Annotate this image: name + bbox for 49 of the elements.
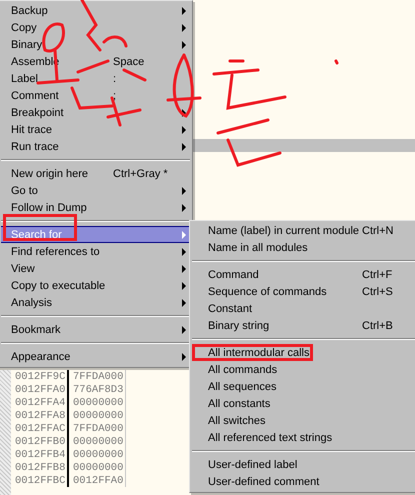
pen-stroke	[226, 138, 282, 167]
address-cell-text: 0012FF9C	[14, 370, 66, 382]
menu-item[interactable]: All referenced text strings	[192, 429, 415, 446]
menu-item[interactable]: Follow in Dump	[1, 199, 190, 216]
menu-item[interactable]: User-defined label	[192, 456, 415, 473]
menu-item[interactable]: Hit trace	[1, 121, 190, 138]
value-cell-text: 0012FFA0	[72, 474, 124, 486]
value-cell-text: 00000000	[72, 410, 124, 422]
menu-item[interactable]: Constant	[192, 300, 415, 317]
address-cell-text: 0012FFA0	[14, 384, 66, 396]
menu-item[interactable]: All intermodular calls	[192, 344, 415, 361]
menu-item[interactable]: All sequences	[192, 378, 415, 395]
menu-item[interactable]: Binary	[1, 36, 190, 53]
value-cell-text: 00000000	[72, 436, 124, 448]
value-cell-text: 00000000	[72, 448, 124, 460]
pen-stroke	[216, 118, 270, 134]
menu-item[interactable]: Command Ctrl+F	[192, 266, 415, 283]
value-cell-text: 776AF8D3	[72, 384, 124, 396]
value-cell-text: 7FFDA000	[72, 370, 124, 382]
address-cell-text: 0012FFA8	[14, 410, 66, 422]
menu-item[interactable]: Breakpoint	[1, 104, 190, 121]
menu-item[interactable]: Backup	[1, 2, 190, 19]
address-cell-text: 0012FFAC	[14, 422, 66, 434]
pen-stroke	[122, 68, 146, 82]
address-cell-text: 0012FFBC	[14, 474, 66, 486]
menu-item[interactable]: Go to	[1, 182, 190, 199]
address-cell-text: 0012FFB8	[14, 462, 66, 474]
value-cell-text: 7FFDA000	[72, 422, 124, 434]
value-cell-text: 00000000	[72, 396, 124, 408]
pen-stroke	[228, 60, 244, 62]
menu-item[interactable]: Sequence of commands Ctrl+S	[192, 283, 415, 300]
menu-item[interactable]: Label :	[1, 70, 190, 87]
menu-item[interactable]: All commands	[192, 361, 415, 378]
menu-item[interactable]: All constants	[192, 395, 415, 412]
address-cell-text: 0012FFB4	[14, 448, 66, 460]
value-cell-text: 00000000	[72, 462, 124, 474]
pen-stroke	[334, 60, 338, 64]
menu-item[interactable]: Comment ;	[1, 87, 190, 104]
menu-item[interactable]: Binary string Ctrl+B	[192, 317, 415, 334]
menu-item[interactable]: Name in all modules	[192, 239, 415, 256]
menu-item[interactable]: User-defined comment	[192, 473, 415, 490]
menu-item[interactable]: Run trace	[1, 138, 190, 155]
address-cell-text: 0012FFB0	[14, 436, 66, 448]
address-cell-text: 0012FFA4	[14, 396, 66, 408]
menu-item[interactable]: Name (label) in current module Ctrl+N	[192, 222, 415, 239]
menu-item[interactable]: All switches	[192, 412, 415, 429]
menu-item[interactable]: New origin here Ctrl+Gray *	[1, 165, 190, 182]
pen-stroke	[76, 60, 110, 74]
menu-item[interactable]: Copy	[1, 19, 190, 36]
